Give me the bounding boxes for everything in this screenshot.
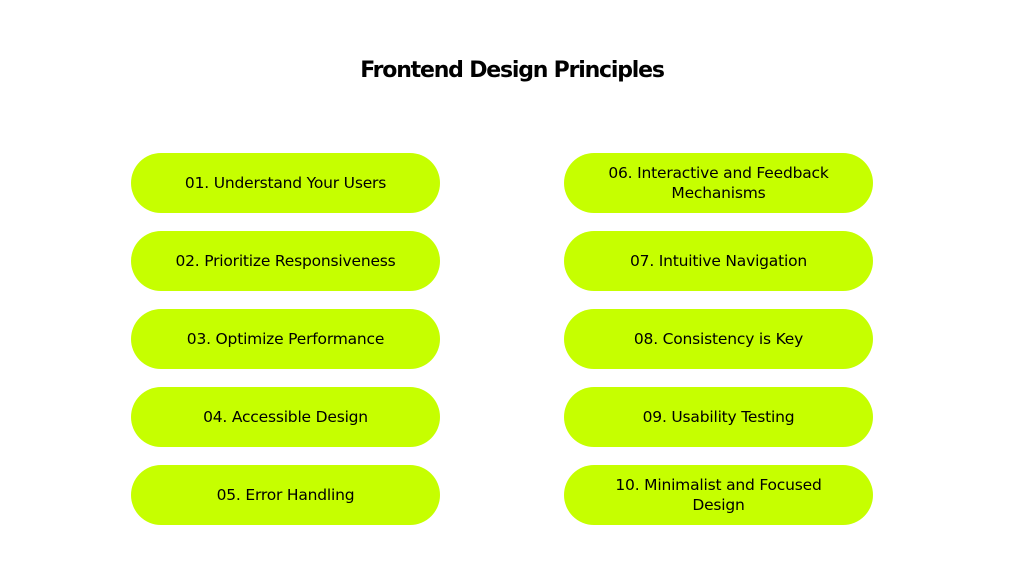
principle-label: 02. Prioritize Responsiveness	[175, 252, 396, 270]
principle-pill-09: 09. Usability Testing	[564, 387, 873, 447]
principle-pill-06: 06. Interactive and Feedback Mechanisms	[564, 153, 873, 213]
page-title: Frontend Design Principles	[360, 58, 665, 83]
principle-label: 10. Minimalist and Focused Design	[615, 476, 822, 514]
right-principles-column: 06. Interactive and Feedback Mechanisms …	[564, 153, 873, 543]
principle-pill-03: 03. Optimize Performance	[131, 309, 440, 369]
principle-label: 09. Usability Testing	[642, 408, 795, 426]
principle-label: 06. Interactive and Feedback Mechanisms	[608, 164, 829, 202]
principle-label: 03. Optimize Performance	[186, 330, 385, 348]
left-principles-column: 01. Understand Your Users 02. Prioritize…	[131, 153, 440, 543]
principle-pill-10: 10. Minimalist and Focused Design	[564, 465, 873, 525]
principle-pill-01: 01. Understand Your Users	[131, 153, 440, 213]
principle-label: 08. Consistency is Key	[633, 330, 804, 348]
principle-label: 04. Accessible Design	[203, 408, 368, 426]
principle-pill-07: 07. Intuitive Navigation	[564, 231, 873, 291]
principle-pill-05: 05. Error Handling	[131, 465, 440, 525]
principle-label: 05. Error Handling	[216, 486, 355, 504]
principle-pill-04: 04. Accessible Design	[131, 387, 440, 447]
principle-pill-08: 08. Consistency is Key	[564, 309, 873, 369]
principle-pill-02: 02. Prioritize Responsiveness	[131, 231, 440, 291]
principle-label: 07. Intuitive Navigation	[630, 252, 807, 270]
principle-label: 01. Understand Your Users	[184, 174, 387, 192]
